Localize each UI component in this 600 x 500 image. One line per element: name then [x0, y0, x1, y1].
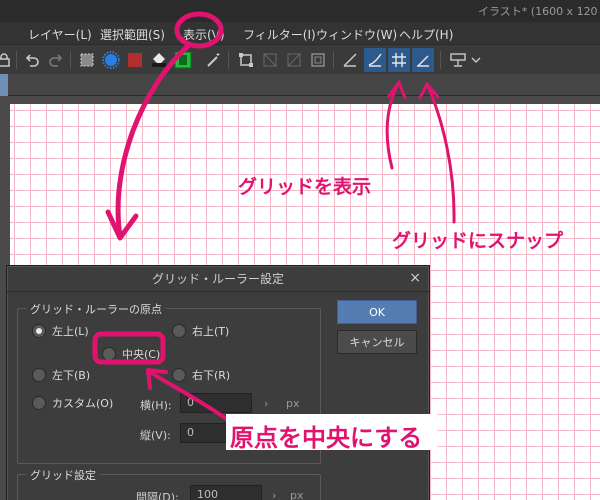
annotation-set-center: 原点を中央にする: [230, 424, 423, 452]
menu-selection[interactable]: 選択範囲(S): [100, 26, 165, 43]
undo-icon[interactable]: [22, 50, 42, 70]
window-title: イラスト* (1600 x 120: [478, 5, 598, 18]
snap-grid-icon[interactable]: [412, 48, 434, 72]
toolbar-separator: [228, 51, 229, 69]
grid-settings-group: グリッド設定 間隔(D): 100 › px: [17, 467, 321, 500]
grid-ruler-settings-dialog: グリッド・ルーラー設定 × グリッド・ルーラーの原点 左上(L) 右上(T) 中…: [6, 265, 430, 500]
close-icon[interactable]: ×: [409, 270, 421, 286]
radio-bottom-right[interactable]: 右下(R): [172, 367, 230, 383]
snap-ruler-icon[interactable]: [364, 48, 386, 72]
redo-icon[interactable]: [46, 50, 66, 70]
dialog-title: グリッド・ルーラー設定: [7, 266, 429, 292]
toolbar-separator: [16, 51, 17, 69]
radio-label: 右上(T): [192, 325, 230, 338]
stamp-icon[interactable]: [448, 50, 468, 70]
document-tab-strip: [0, 74, 600, 96]
annotation-show-grid: グリッドを表示: [238, 176, 372, 198]
bucket-icon[interactable]: [149, 50, 169, 70]
grid-off-icon[interactable]: [260, 50, 280, 70]
dropdown-icon[interactable]: [466, 50, 486, 70]
radio-center[interactable]: 中央(C): [102, 346, 160, 362]
toolbar-separator: [70, 51, 71, 69]
menu-bar: レイヤー(L) 選択範囲(S) 表示(V) フィルター(I) ウィンドウ(W) …: [0, 22, 600, 44]
document-tab[interactable]: [0, 74, 8, 96]
radio-label: 右下(R): [192, 369, 231, 382]
radio-label: 左下(B): [52, 369, 91, 382]
radio-label: カスタム(O): [52, 397, 114, 410]
radio-label: 左上(L): [52, 325, 89, 338]
vertical-label: 縦(V):: [140, 429, 171, 442]
annotation-snap-grid: グリッドにスナップ: [392, 230, 564, 252]
menu-window[interactable]: ウィンドウ(W): [316, 26, 397, 43]
menu-help[interactable]: ヘルプ(H): [399, 26, 453, 43]
menu-layer[interactable]: レイヤー(L): [28, 26, 92, 43]
horizontal-unit: px: [286, 397, 300, 410]
interval-stepper-icon[interactable]: ›: [272, 489, 276, 500]
horizontal-label: 横(H):: [140, 399, 172, 412]
radio-dot: [32, 396, 46, 410]
interval-label: 間隔(D):: [136, 491, 179, 500]
radio-dot: [172, 324, 186, 338]
radio-dot: [172, 368, 186, 382]
crop-icon[interactable]: [284, 50, 304, 70]
radio-label: 中央(C): [122, 348, 161, 361]
title-bar: イラスト* (1600 x 120: [0, 0, 600, 22]
menu-filter[interactable]: フィルター(I): [243, 26, 316, 43]
radio-dot: [32, 324, 46, 338]
green-square-icon[interactable]: [173, 50, 193, 70]
radio-bottom-left[interactable]: 左下(B): [32, 367, 90, 383]
radio-top-left[interactable]: 左上(L): [32, 323, 89, 339]
lock-icon[interactable]: [0, 50, 14, 70]
toolbar-separator: [440, 51, 441, 69]
ruler-icon[interactable]: [340, 50, 360, 70]
deselect-icon[interactable]: [101, 50, 121, 70]
cancel-button[interactable]: キャンセル: [337, 330, 417, 354]
radio-top-right[interactable]: 右上(T): [172, 323, 229, 339]
horizontal-stepper-icon[interactable]: ›: [264, 397, 268, 410]
grid-icon[interactable]: [388, 48, 410, 72]
toolbar-separator: [333, 51, 334, 69]
origin-group-label: グリッド・ルーラーの原点: [26, 301, 166, 317]
horizontal-input[interactable]: 0: [180, 393, 252, 413]
grid-settings-label: グリッド設定: [26, 467, 100, 483]
fill-color-icon[interactable]: [125, 50, 145, 70]
radio-custom[interactable]: カスタム(O): [32, 395, 113, 411]
interval-unit: px: [290, 489, 304, 500]
select-all-icon[interactable]: [77, 50, 97, 70]
canvas-header: [0, 96, 600, 104]
transform-icon[interactable]: [236, 50, 256, 70]
frame-icon[interactable]: [308, 50, 328, 70]
ok-button[interactable]: OK: [337, 300, 417, 324]
menu-view[interactable]: 表示(V): [183, 26, 225, 43]
radio-dot: [32, 368, 46, 382]
magic-wand-icon[interactable]: [204, 50, 224, 70]
radio-dot: [102, 347, 116, 361]
interval-input[interactable]: 100: [190, 485, 262, 500]
toolbar: [0, 44, 600, 74]
